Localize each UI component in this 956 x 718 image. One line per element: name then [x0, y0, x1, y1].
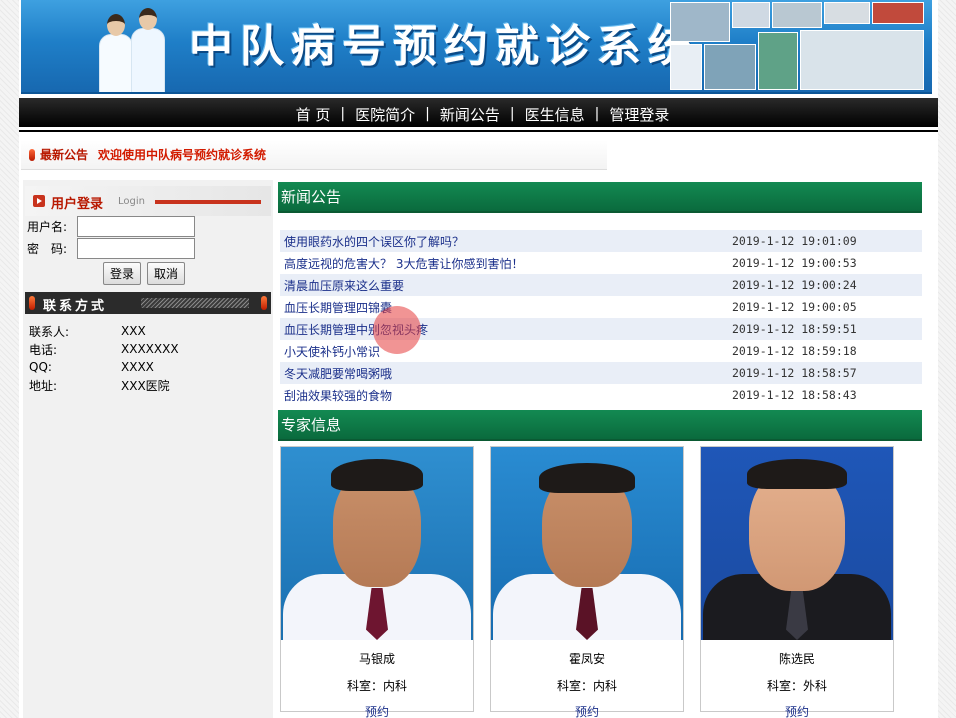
capsule-icon: [261, 296, 267, 310]
banner-title: 中队病号预约就诊系统: [189, 21, 699, 72]
main-nav: 首 页 | 医院简介 | 新闻公告 | 医生信息 | 管理登录: [19, 98, 938, 130]
news-date: 2019-1-12 18:58:57: [732, 366, 857, 380]
news-item: 冬天减肥要常喝粥哦 2019-1-12 18:58:57: [280, 362, 922, 384]
site-banner: 中队病号预约就诊系统: [21, 0, 932, 94]
cancel-button[interactable]: 取消: [147, 262, 186, 285]
news-title-link[interactable]: 清晨血压原来这么重要: [280, 277, 732, 294]
nav-hospital-intro[interactable]: 医院简介: [345, 104, 425, 125]
news-date: 2019-1-12 19:00:53: [732, 256, 857, 270]
click-indicator: [373, 306, 421, 354]
page: 中队病号预约就诊系统 首 页 | 医院简介 | 新闻公告 | 医生信息 | 管理登录 最…: [19, 0, 938, 718]
news-title-link[interactable]: 血压长期管理四锦囊: [280, 299, 732, 316]
news-item: 高度远视的危害大？ 3大危害让你感到害怕！ 2019-1-12 19:00:53: [280, 252, 922, 274]
expert-name: 陈选民: [778, 652, 815, 666]
password-row: 密 码:: [27, 238, 195, 259]
contact-value: XXXX: [121, 360, 154, 374]
news-date: 2019-1-12 18:59:18: [732, 344, 857, 358]
contact-value: XXXXXXX: [121, 342, 179, 356]
expert-department: 科室：内科: [556, 679, 617, 693]
doctor-photo: [491, 447, 683, 640]
latest-notice-bar: 最新公告 欢迎使用中队病号预约就诊系统: [21, 140, 607, 170]
doctor-photo: [281, 447, 473, 640]
notice-marquee-text: 欢迎使用中队病号预约就诊系统: [98, 148, 267, 162]
news-title-link[interactable]: 血压长期管理中别忽视头疼: [280, 321, 732, 338]
nav-home[interactable]: 首 页: [286, 104, 341, 125]
contact-row: 地址: XXX医院: [29, 376, 179, 394]
password-input[interactable]: [77, 238, 195, 259]
experts-heading: 专家信息: [278, 410, 922, 441]
news-heading: 新闻公告: [278, 182, 922, 213]
arrow-icon: [33, 195, 45, 207]
contact-key: 联系人:: [29, 324, 70, 339]
book-appointment-link[interactable]: 预约: [575, 705, 599, 718]
notice-icon: [29, 148, 35, 161]
contact-title: 联系方式: [43, 299, 108, 314]
photo-collage: [670, 2, 926, 92]
book-appointment-link[interactable]: 预约: [365, 705, 389, 718]
password-label: 密 码:: [27, 242, 68, 256]
login-subtitle: Login: [118, 196, 145, 207]
expert-card: 陈选民 科室：外科 预约: [700, 446, 894, 718]
contact-header: 联系方式: [25, 292, 271, 314]
nav-news[interactable]: 新闻公告: [430, 104, 510, 125]
news-title-link[interactable]: 小天使补钙小常识: [280, 343, 732, 360]
main-content: 新闻公告 使用眼药水的四个误区你了解吗？ 2019-1-12 19:01:09 高…: [278, 182, 922, 718]
contact-value: XXX医院: [121, 378, 170, 393]
expert-name: 霍凤安: [568, 652, 605, 666]
news-item: 清晨血压原来这么重要 2019-1-12 19:00:24: [280, 274, 922, 296]
login-button[interactable]: 登录: [103, 262, 142, 285]
login-title: 用户登录: [51, 197, 104, 212]
left-sidebar: 用户登录 Login 用户名: 密 码: 登录 取消 联系方式 联系人: XXX …: [23, 180, 273, 718]
news-date: 2019-1-12 19:01:09: [732, 234, 857, 248]
contact-value: XXX: [121, 324, 146, 338]
news-date: 2019-1-12 19:00:05: [732, 300, 857, 314]
notice-label: 最新公告: [40, 148, 89, 162]
expert-department: 科室：内科: [346, 679, 407, 693]
doctor-photo: [701, 447, 893, 640]
contact-key: 地址:: [29, 378, 58, 393]
contact-key: 电话:: [29, 342, 58, 357]
contact-row: 联系人: XXX: [29, 322, 179, 340]
news-title-link[interactable]: 使用眼药水的四个误区你了解吗？: [280, 233, 732, 250]
news-title-link[interactable]: 高度远视的危害大？ 3大危害让你感到害怕！: [280, 255, 732, 272]
nav-doctors[interactable]: 医生信息: [515, 104, 595, 125]
contact-list: 联系人: XXX 电话: XXXXXXX QQ: XXXX 地址: XXX医院: [29, 322, 179, 394]
expert-cards: 马银成 科室：内科 预约 霍凤安 科室：内科 预约 陈选民 科室：外科 预约: [280, 446, 894, 718]
news-item: 使用眼药水的四个误区你了解吗？ 2019-1-12 19:01:09: [280, 230, 922, 252]
expert-name: 马银成: [358, 652, 395, 666]
news-item: 刮油效果较强的食物 2019-1-12 18:58:43: [280, 384, 922, 406]
login-buttons: 登录 取消: [103, 262, 186, 285]
capsule-icon: [29, 296, 35, 310]
book-appointment-link[interactable]: 预约: [785, 705, 809, 718]
username-input[interactable]: [77, 216, 195, 237]
news-title-link[interactable]: 冬天减肥要常喝粥哦: [280, 365, 732, 382]
login-header: 用户登录 Login: [25, 186, 271, 216]
username-label: 用户名:: [27, 220, 68, 234]
contact-key: QQ:: [29, 360, 52, 374]
nav-admin-login[interactable]: 管理登录: [599, 104, 679, 125]
news-title-link[interactable]: 刮油效果较强的食物: [280, 387, 732, 404]
header-hatch: [141, 298, 249, 308]
expert-department: 科室：外科: [766, 679, 827, 693]
contact-row: QQ: XXXX: [29, 358, 179, 376]
expert-card: 霍凤安 科室：内科 预约: [490, 446, 684, 718]
news-date: 2019-1-12 18:58:43: [732, 388, 857, 402]
contact-row: 电话: XXXXXXX: [29, 340, 179, 358]
news-item: 血压长期管理四锦囊 2019-1-12 19:00:05: [280, 296, 922, 318]
doctors-illustration: [91, 4, 171, 92]
news-date: 2019-1-12 19:00:24: [732, 278, 857, 292]
expert-card: 马银成 科室：内科 预约: [280, 446, 474, 718]
header-decor-bar: [155, 200, 261, 204]
news-date: 2019-1-12 18:59:51: [732, 322, 857, 336]
username-row: 用户名:: [27, 216, 195, 237]
